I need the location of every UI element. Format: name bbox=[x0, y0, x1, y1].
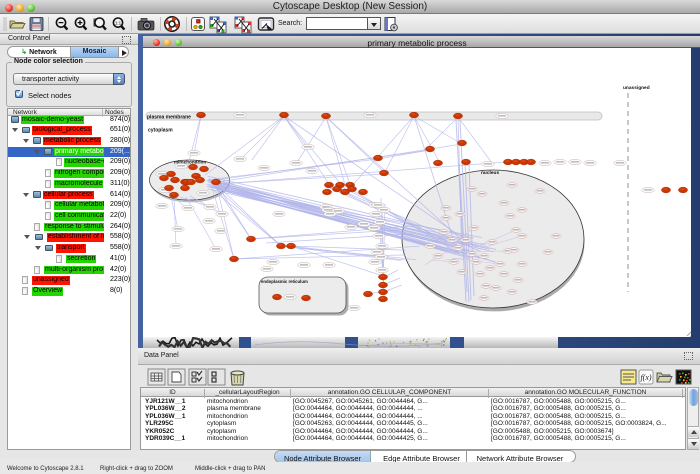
svg-text:plasma membrane: plasma membrane bbox=[147, 115, 191, 121]
svg-text:unassigned: unassigned bbox=[623, 85, 650, 91]
svg-text:f(x): f(x) bbox=[640, 373, 651, 382]
svg-text:1:1: 1:1 bbox=[115, 20, 122, 25]
svg-text:nucleus: nucleus bbox=[481, 170, 499, 176]
svg-text:cytoplasm: cytoplasm bbox=[148, 128, 173, 134]
svg-text:endoplasmic reticulum: endoplasmic reticulum bbox=[261, 279, 308, 284]
